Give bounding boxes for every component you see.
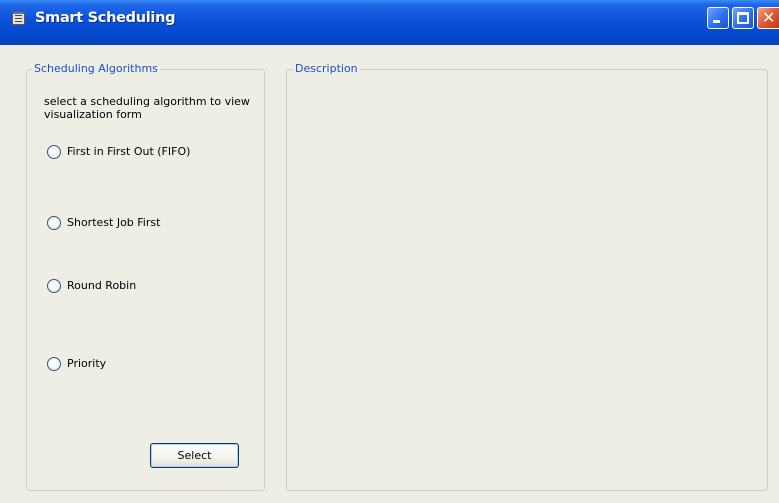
radio-button-icon[interactable] (47, 279, 61, 293)
smart-scheduling-window: Smart Scheduling ✕ Scheduling Algorithms… (0, 0, 779, 503)
scheduling-algorithms-group-title: Scheduling Algorithms (32, 61, 160, 77)
close-button[interactable]: ✕ (757, 7, 779, 29)
window-title: Smart Scheduling (35, 10, 176, 26)
radio-button-icon[interactable] (47, 357, 61, 371)
scheduling-algorithms-group: Scheduling Algorithms select a schedulin… (26, 61, 265, 491)
minimize-icon (713, 20, 720, 23)
radio-button-icon[interactable] (47, 145, 61, 159)
radio-priority-label[interactable]: Priority (67, 356, 106, 372)
select-button[interactable]: Select (150, 443, 239, 468)
maximize-icon (737, 12, 749, 24)
radio-fifo-label[interactable]: First in First Out (FIFO) (67, 144, 190, 160)
title-bar[interactable]: Smart Scheduling ✕ (0, 0, 779, 45)
instructions-text: select a scheduling algorithm to view vi… (44, 95, 250, 121)
window-client-area: Scheduling Algorithms select a schedulin… (0, 45, 779, 503)
radio-shortest-job-first-label[interactable]: Shortest Job First (67, 215, 160, 231)
close-icon: ✕ (762, 8, 776, 27)
description-group: Description (286, 61, 768, 491)
minimize-button[interactable] (707, 7, 729, 29)
radio-button-icon[interactable] (47, 216, 61, 230)
document-window-icon[interactable] (12, 11, 25, 25)
maximize-button[interactable] (732, 7, 754, 29)
radio-round-robin-label[interactable]: Round Robin (67, 278, 136, 294)
description-group-title: Description (293, 61, 360, 77)
